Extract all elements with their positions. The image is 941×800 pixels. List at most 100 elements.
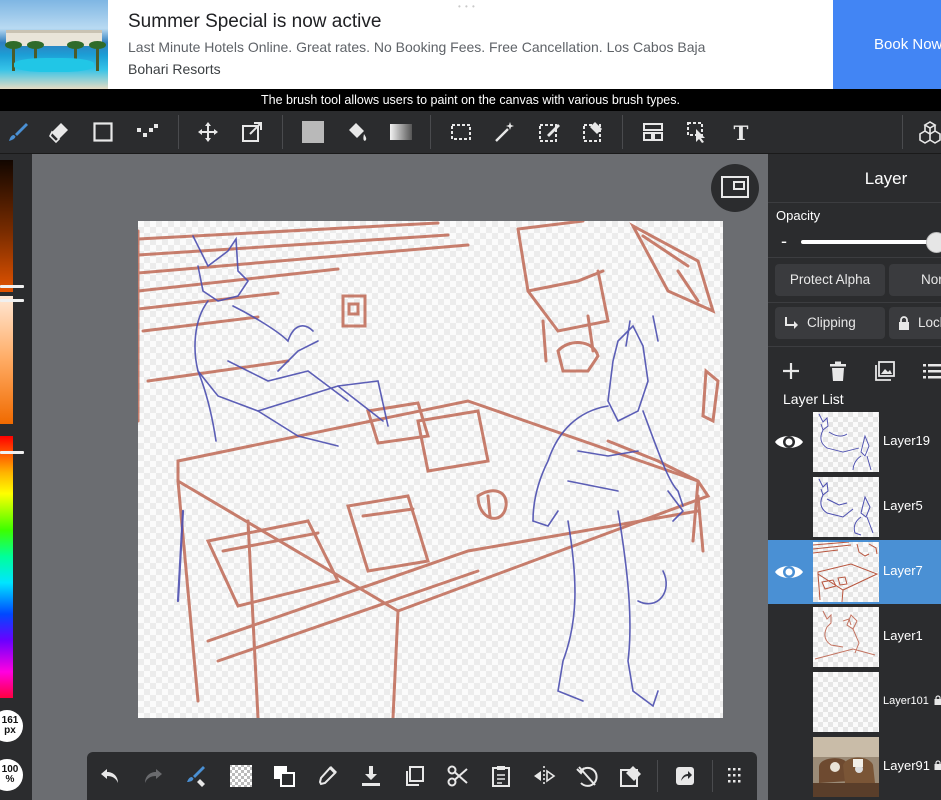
layer-name: Layer7 <box>883 563 923 578</box>
brush-size-unit: px <box>4 725 16 736</box>
trash-icon <box>830 361 846 381</box>
eyedropper-icon[interactable] <box>312 761 342 791</box>
plus-icon <box>783 363 799 379</box>
layout-icon[interactable] <box>638 117 668 147</box>
ad-title[interactable]: Summer Special is now active <box>128 11 381 33</box>
eye-icon[interactable] <box>774 428 804 456</box>
layer-thumbnail <box>813 737 879 797</box>
layer-image-button[interactable] <box>871 357 899 385</box>
layer-name: Layer19 <box>883 433 930 448</box>
dot-pattern-icon[interactable] <box>132 117 162 147</box>
download-icon[interactable] <box>356 761 386 791</box>
layer-name: Layer91 <box>883 758 930 773</box>
redo-icon[interactable] <box>138 761 168 791</box>
lock-button[interactable]: Lock <box>889 307 941 339</box>
transparent-icon[interactable] <box>226 761 256 791</box>
saturation-slider[interactable] <box>0 296 13 424</box>
text-icon[interactable]: T <box>726 117 756 147</box>
drawing-canvas[interactable] <box>138 221 723 718</box>
lock-label: Lock <box>918 315 941 330</box>
layer-thumbnail <box>813 672 879 732</box>
eraser-icon[interactable] <box>44 117 74 147</box>
layer-row-layer101[interactable]: Layer101 <box>768 670 941 734</box>
layer-lock-icon <box>934 760 941 770</box>
clipping-icon <box>785 317 798 330</box>
select-rectangle-icon[interactable] <box>446 117 476 147</box>
layer-name: Layer101 <box>883 695 929 707</box>
hue-handle[interactable] <box>0 451 24 454</box>
ad-description: Last Minute Hotels Online. Great rates. … <box>128 39 706 55</box>
magic-wand-icon[interactable] <box>490 117 520 147</box>
brightness-slider[interactable] <box>0 160 13 292</box>
navigator-button[interactable] <box>711 164 759 212</box>
layer-list-title: Layer List <box>783 391 844 407</box>
ad-handle-dots: • • • <box>458 2 476 11</box>
opacity-slider-track[interactable] <box>801 240 941 244</box>
top-toolbar: T <box>0 111 941 154</box>
select-pen-icon[interactable] <box>534 117 564 147</box>
opacity-decrease-button[interactable]: - <box>781 232 787 250</box>
rectangle-icon[interactable] <box>88 117 118 147</box>
layer-thumbnail <box>813 607 879 667</box>
undo-icon[interactable] <box>95 761 125 791</box>
select-eraser-icon[interactable] <box>578 117 608 147</box>
lock-icon <box>899 316 909 331</box>
image-icon <box>875 361 895 381</box>
opacity-slider-thumb[interactable] <box>925 232 941 253</box>
flip-icon[interactable] <box>529 761 559 791</box>
add-layer-button[interactable] <box>777 357 805 385</box>
opacity-label: Opacity <box>776 208 821 223</box>
delete-layer-button[interactable] <box>824 357 852 385</box>
fill-color-swatch-icon[interactable] <box>298 117 328 147</box>
share-icon[interactable] <box>670 761 700 791</box>
cut-icon[interactable] <box>443 761 473 791</box>
saturation-handle[interactable] <box>0 299 24 302</box>
operation-icon[interactable] <box>682 117 712 147</box>
color-swap-icon[interactable] <box>269 761 299 791</box>
ad-banner[interactable]: • • • Summer Special is now active Last … <box>0 0 941 89</box>
move-icon[interactable] <box>193 117 223 147</box>
clipping-label: Clipping <box>807 315 856 330</box>
brush-opacity-button[interactable]: 100 % <box>0 759 23 791</box>
paste-icon[interactable] <box>486 761 516 791</box>
gradient-icon[interactable] <box>386 117 416 147</box>
layer-row-layer5[interactable]: Layer5 <box>768 475 941 539</box>
grid-menu-icon[interactable] <box>719 761 749 791</box>
layer-lock-icon <box>934 695 941 705</box>
clear-icon[interactable] <box>616 761 646 791</box>
protect-alpha-label: Protect Alpha <box>789 272 871 287</box>
bottom-toolbar <box>87 752 757 800</box>
brush-icon[interactable] <box>3 117 33 147</box>
rotate-icon[interactable] <box>572 761 602 791</box>
layer-name: Layer5 <box>883 498 923 513</box>
material-icon[interactable] <box>915 117 941 147</box>
clipping-button[interactable]: Clipping <box>775 307 885 339</box>
layer-row-layer91[interactable]: Layer91 <box>768 735 941 799</box>
layer-panel-title: Layer <box>864 169 908 188</box>
eye-icon[interactable] <box>774 558 804 586</box>
bucket-icon[interactable] <box>342 117 372 147</box>
layer-row-layer1[interactable]: Layer1 <box>768 605 941 669</box>
layer-name: Layer1 <box>883 628 923 643</box>
protect-alpha-button[interactable]: Protect Alpha <box>775 264 885 296</box>
brightness-handle[interactable] <box>0 285 24 288</box>
blend-mode-select[interactable]: Normal <box>889 264 941 296</box>
layer-row-layer7[interactable]: Layer7 <box>768 540 941 604</box>
tool-tooltip: The brush tool allows users to paint on … <box>0 89 941 111</box>
brush-eraser-icon[interactable] <box>182 761 212 791</box>
transform-icon[interactable] <box>237 117 267 147</box>
color-bar: 161 px 100 % <box>0 154 32 800</box>
layer-panel: Layer Opacity - Protect Alpha Normal Cli… <box>768 154 941 800</box>
ad-resort-image[interactable] <box>0 0 108 89</box>
layer-menu-button[interactable] <box>918 357 941 385</box>
brush-opacity-unit: % <box>5 774 15 785</box>
hue-slider[interactable] <box>0 436 13 698</box>
brush-size-button[interactable]: 161 px <box>0 710 23 742</box>
sketch-artwork <box>138 221 720 718</box>
canvas-workspace[interactable] <box>32 154 768 800</box>
layer-row-layer19[interactable]: Layer19 <box>768 410 941 474</box>
ad-book-now-button[interactable]: Book Now <box>833 0 941 89</box>
ad-advertiser: Bohari Resorts <box>128 61 221 77</box>
copy-icon[interactable] <box>400 761 430 791</box>
list-icon <box>923 364 941 379</box>
